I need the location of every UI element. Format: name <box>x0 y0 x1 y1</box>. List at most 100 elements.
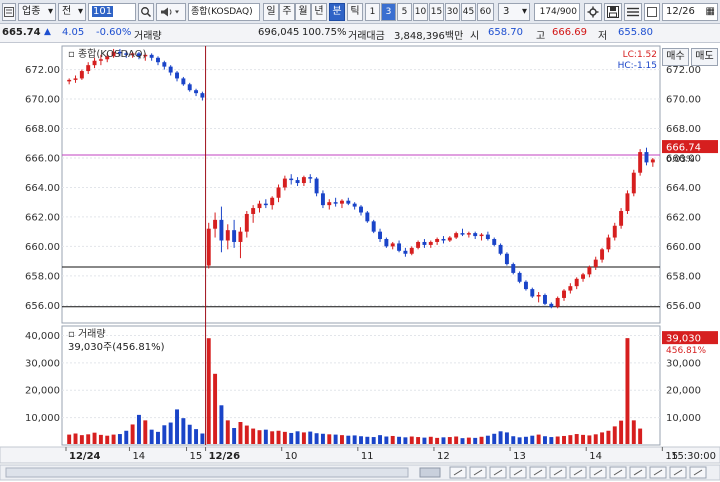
candle <box>460 233 465 235</box>
candle <box>498 244 503 254</box>
volume-bar <box>86 434 91 444</box>
volume-bar <box>105 435 110 444</box>
interval-button-5[interactable]: 5 <box>397 3 412 21</box>
volume-bar <box>333 434 338 444</box>
price-y-tick-right: 668.00 <box>666 124 701 135</box>
amount-value: 3,848,396백만 <box>394 31 464 42</box>
volume-bar <box>422 437 427 444</box>
interval-value-select[interactable]: 3 ▾ <box>498 3 530 21</box>
period-tab-3[interactable]: 월 <box>295 3 311 21</box>
period-tab-2[interactable]: 주 <box>279 3 295 21</box>
interval-value: 3 <box>503 6 510 17</box>
checkbox-icon[interactable] <box>644 3 660 21</box>
volume-bar <box>612 426 617 444</box>
interval-button-60[interactable]: 60 <box>477 3 494 21</box>
price-chart[interactable]: 672.00 672.00 670.00 670.00 668.00 668.00 666.… <box>0 43 720 482</box>
x-axis-label: 15 <box>190 451 203 462</box>
candle <box>581 274 586 279</box>
candle <box>473 233 478 237</box>
chevron-down-icon: ▾ <box>47 6 53 17</box>
candle <box>536 295 541 297</box>
search-icon[interactable] <box>138 3 154 21</box>
candle <box>327 202 332 206</box>
volume-bar <box>320 433 325 444</box>
volume-bar <box>289 432 294 444</box>
volume-bar <box>549 437 554 444</box>
date-field[interactable]: 12/26 ▦ <box>662 3 718 21</box>
list-icon[interactable] <box>624 3 642 21</box>
calendar-icon[interactable]: ▦ <box>706 4 715 20</box>
index-code-input[interactable]: 101 <box>88 3 136 21</box>
data-count-field[interactable]: 174/900 <box>534 3 580 21</box>
interval-button-1[interactable]: 1 <box>365 3 380 21</box>
lc-label: LC:1.52 <box>623 50 657 60</box>
data-count-value: 174/900 <box>539 7 577 17</box>
sell-button[interactable]: 매도 <box>691 48 718 66</box>
volume-bar <box>581 434 586 444</box>
volume-bar <box>73 433 78 444</box>
interval-button-30[interactable]: 30 <box>445 3 460 21</box>
price-y-tick: 662.00 <box>25 212 60 223</box>
buy-button[interactable]: 매수 <box>662 48 689 66</box>
period-tab-4[interactable]: 년 <box>311 3 327 21</box>
price-y-tick-right: 670.00 <box>666 95 701 106</box>
price-y-tick: 658.00 <box>25 271 60 282</box>
candle <box>270 197 275 206</box>
volume-bar <box>543 436 547 444</box>
chart-toolbar: 업종 ▾ 전 ▾ 101 종합(KOSDAQ) 3 ▾ 174/900 12/26 ▦… <box>0 0 720 24</box>
candle <box>200 93 205 98</box>
candle <box>289 178 294 181</box>
volume-bar <box>295 431 300 444</box>
volume-y-tick-right: 20,000 <box>666 386 701 397</box>
volume-bar <box>587 435 592 444</box>
chart-menu-icon[interactable] <box>2 3 16 21</box>
candle <box>441 239 446 241</box>
market-mode-select[interactable]: 전 ▾ <box>58 3 86 21</box>
interval-button-45[interactable]: 45 <box>461 3 476 21</box>
sell-button-label: 매도 <box>695 51 714 62</box>
volume-bar <box>98 434 103 444</box>
index-name-value: 종합(KOSDAQ) <box>191 7 253 17</box>
interval-button-10[interactable]: 10 <box>413 3 428 21</box>
candle <box>238 231 243 242</box>
speaker-icon[interactable] <box>156 3 186 21</box>
high-label: 고 <box>536 31 546 42</box>
volume-bar <box>282 431 287 444</box>
scrollbar-track[interactable] <box>5 467 409 478</box>
candle <box>371 221 376 232</box>
period-tab-1[interactable]: 일 <box>263 3 279 21</box>
volume-bar <box>504 432 509 444</box>
period-tab-6[interactable]: 틱 <box>347 3 363 21</box>
price-y-tick-right: 660.00 <box>666 242 701 253</box>
scrollbar-thumb[interactable] <box>419 467 441 478</box>
market-type-select[interactable]: 업종 ▾ <box>18 3 56 21</box>
candle <box>454 233 459 238</box>
volume-bar <box>352 435 357 444</box>
interval-button-15[interactable]: 15 <box>429 3 444 21</box>
volume-pct: 100.75% <box>302 27 347 38</box>
candle <box>606 237 611 250</box>
volume-bar <box>168 422 173 444</box>
settings-icon[interactable] <box>584 3 602 21</box>
candle <box>365 212 370 222</box>
period-tab-5[interactable]: 분 <box>329 3 345 21</box>
interval-button-3[interactable]: 3 <box>381 3 396 21</box>
volume-bar <box>257 430 262 444</box>
price-y-tick: 670.00 <box>25 95 60 106</box>
volume-bar <box>600 432 605 444</box>
candle <box>435 239 440 242</box>
volume-bar <box>136 414 141 444</box>
save-icon[interactable] <box>604 3 622 21</box>
candle <box>359 206 363 213</box>
price-y-tick: 666.00 <box>25 153 60 164</box>
volume-bar <box>517 437 522 444</box>
candle <box>352 203 357 207</box>
candle <box>251 208 256 214</box>
candle <box>504 253 509 265</box>
candle <box>409 247 414 254</box>
candle <box>644 152 649 163</box>
volume-bar <box>244 425 249 444</box>
candle <box>340 200 344 204</box>
candle <box>447 237 452 241</box>
volume-bar <box>365 436 370 444</box>
